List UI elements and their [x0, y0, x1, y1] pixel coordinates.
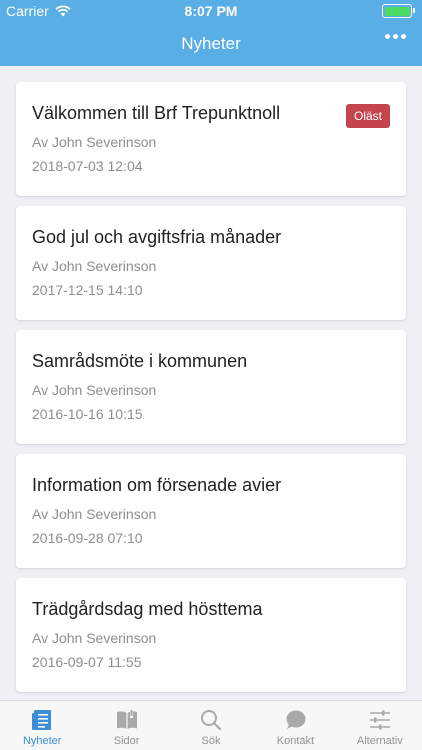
unread-badge: Oläst	[345, 104, 390, 128]
sliders-icon	[369, 710, 390, 730]
news-author: Av John Severinson	[32, 506, 157, 522]
tab-label: Nyheter	[22, 735, 62, 747]
search-icon	[201, 710, 222, 731]
news-date: 2018-07-03 12:04	[32, 158, 143, 174]
status-time: 8:07 PM	[184, 3, 238, 19]
news-author: Av John Severinson	[32, 630, 157, 646]
tab-label: Sidor	[113, 735, 140, 747]
tab-sok[interactable]: Sök	[169, 701, 253, 750]
news-title: Information om försenade avier	[32, 475, 282, 495]
news-card[interactable]: God jul och avgiftsfria månader Av John …	[16, 206, 406, 320]
status-bar: Carrier 8:07 PM	[0, 0, 422, 22]
news-list: Välkommen till Brf Trepunktnoll Av John …	[0, 66, 422, 692]
news-date: 2016-09-28 07:10	[32, 530, 143, 546]
news-title: Trädgårdsdag med hösttema	[32, 599, 263, 619]
tab-sidor[interactable]: Sidor	[84, 701, 168, 750]
news-author: Av John Severinson	[32, 382, 157, 398]
news-title: Välkommen till Brf Trepunktnoll	[32, 103, 281, 123]
tab-nyheter[interactable]: Nyheter	[0, 701, 84, 750]
news-card[interactable]: Välkommen till Brf Trepunktnoll Av John …	[16, 82, 406, 196]
more-icon[interactable]	[385, 34, 406, 39]
news-author: Av John Severinson	[32, 258, 157, 274]
page-title: Nyheter	[181, 34, 241, 53]
news-card[interactable]: Samrådsmöte i kommunen Av John Severinso…	[16, 330, 406, 444]
tab-label: Alternativ	[356, 735, 403, 747]
news-date: 2016-09-07 11:55	[32, 654, 142, 670]
news-icon	[32, 710, 52, 730]
news-title: God jul och avgiftsfria månader	[32, 227, 282, 247]
tab-label: Sök	[201, 735, 221, 747]
navbar: Nyheter	[0, 22, 422, 66]
book-icon	[116, 710, 137, 729]
top-bar: Carrier 8:07 PM Nyheter	[0, 0, 422, 66]
news-date: 2016-10-16 10:15	[32, 406, 143, 422]
chat-icon	[286, 710, 306, 729]
tab-label: Kontakt	[276, 735, 315, 747]
news-card[interactable]: Trädgårdsdag med hösttema Av John Severi…	[16, 578, 406, 692]
battery-icon	[382, 4, 415, 18]
news-date: 2017-12-15 14:10	[32, 282, 143, 298]
tab-bar: Nyheter Sidor Sök Kontakt Alternativ	[0, 700, 422, 750]
news-author: Av John Severinson	[32, 134, 157, 150]
news-title: Samrådsmöte i kommunen	[32, 351, 248, 371]
tab-kontakt[interactable]: Kontakt	[253, 701, 337, 750]
tab-alternativ[interactable]: Alternativ	[338, 701, 422, 750]
news-card[interactable]: Information om försenade avier Av John S…	[16, 454, 406, 568]
